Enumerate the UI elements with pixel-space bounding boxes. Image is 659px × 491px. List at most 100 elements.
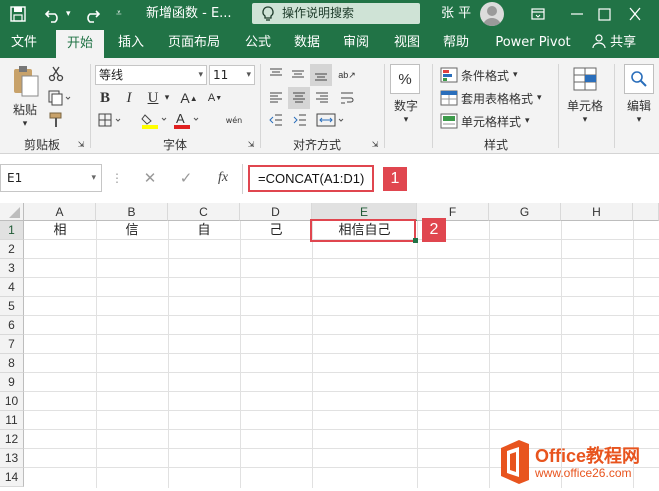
user-avatar[interactable] (480, 2, 504, 26)
copy-icon[interactable] (46, 88, 74, 108)
percent-icon[interactable]: % (390, 64, 420, 94)
alignment-launcher-icon[interactable]: ⇲ (370, 138, 380, 150)
tab-view[interactable]: 视图 (387, 28, 427, 58)
paste-dropdown-icon[interactable]: ▾ (18, 118, 32, 130)
merge-center-icon[interactable] (314, 110, 348, 130)
customize-qat-icon[interactable]: ⩡ (116, 0, 122, 28)
format-painter-icon[interactable] (46, 110, 66, 130)
decrease-font-icon[interactable]: A ▼ (204, 88, 226, 108)
editing-dropdown-icon[interactable]: ▾ (633, 114, 645, 126)
tab-insert[interactable]: 插入 (110, 28, 152, 58)
minimize-icon[interactable] (570, 0, 584, 28)
share-button[interactable]: 共享 (586, 28, 642, 58)
restore-icon[interactable] (598, 0, 612, 28)
row-header[interactable]: 11 (0, 411, 24, 430)
row-header[interactable]: 8 (0, 354, 24, 373)
row-header[interactable]: 13 (0, 449, 24, 468)
font-launcher-icon[interactable]: ⇲ (246, 138, 256, 150)
cell-d1[interactable]: 己 (240, 221, 312, 240)
paste-button-label[interactable]: 粘贴 (8, 100, 42, 118)
borders-icon[interactable] (95, 110, 125, 130)
name-box[interactable]: E1 ▾ (0, 164, 102, 192)
fill-handle[interactable] (413, 238, 418, 243)
confirm-entry-icon[interactable]: ✓ (174, 168, 198, 188)
row-header[interactable]: 6 (0, 316, 24, 335)
column-header[interactable]: B (96, 203, 168, 221)
row-header[interactable]: 2 (0, 240, 24, 259)
tab-power-pivot[interactable]: Power Pivot (487, 28, 579, 58)
row-header[interactable]: 5 (0, 297, 24, 316)
column-header[interactable]: D (240, 203, 312, 221)
increase-font-icon[interactable]: A ▲ (178, 88, 200, 108)
find-search-icon[interactable] (624, 64, 654, 94)
redo-icon[interactable] (82, 0, 102, 28)
column-header[interactable]: C (168, 203, 240, 221)
phonetic-guide-button[interactable]: wén (220, 110, 248, 130)
editing-button-label[interactable]: 编辑 (620, 96, 658, 114)
font-color-icon[interactable]: A (172, 110, 202, 130)
decrease-indent-icon[interactable] (266, 110, 286, 130)
tab-page-layout[interactable]: 页面布局 (162, 28, 226, 58)
align-top-icon[interactable] (266, 64, 286, 84)
close-icon[interactable] (628, 0, 642, 28)
align-right-icon[interactable] (312, 88, 332, 108)
cancel-entry-icon[interactable]: ✕ (138, 168, 162, 188)
cells-dropdown-icon[interactable]: ▾ (579, 114, 591, 126)
row-header-selected[interactable]: 1 (0, 221, 24, 240)
cell-b1[interactable]: 信 (96, 221, 168, 240)
conditional-formatting-button[interactable]: 条件格式 ▾ (440, 64, 556, 86)
italic-button[interactable]: I (119, 88, 139, 108)
cut-icon[interactable] (46, 64, 66, 84)
increase-indent-icon[interactable] (290, 110, 310, 130)
bold-button[interactable]: B (95, 88, 115, 108)
tab-data[interactable]: 数据 (287, 28, 327, 58)
row-header[interactable]: 14 (0, 468, 24, 487)
align-bottom-icon[interactable] (310, 64, 332, 86)
cell-a1[interactable]: 相 (24, 221, 96, 240)
formula-input[interactable]: =CONCAT(A1:D1) (248, 165, 374, 192)
align-center-icon[interactable] (288, 87, 310, 109)
number-dropdown-icon[interactable]: ▾ (400, 114, 412, 126)
row-header[interactable]: 10 (0, 392, 24, 411)
column-header[interactable]: G (489, 203, 561, 221)
insert-function-icon[interactable]: fx (210, 168, 236, 188)
select-all-corner[interactable] (0, 203, 24, 221)
cells-icon[interactable] (570, 64, 600, 94)
format-as-table-button[interactable]: 套用表格格式 ▾ (440, 87, 556, 109)
clipboard-launcher-icon[interactable]: ⇲ (76, 138, 86, 150)
undo-dropdown-icon[interactable]: ▾ (66, 0, 71, 28)
underline-dropdown-icon[interactable]: ▾ (162, 88, 172, 108)
row-header[interactable]: 4 (0, 278, 24, 297)
row-header[interactable]: 9 (0, 373, 24, 392)
phonetic-wen: wén (225, 115, 243, 125)
ribbon-display-icon[interactable] (531, 0, 545, 28)
wrap-text-icon[interactable] (336, 88, 358, 108)
undo-icon[interactable] (44, 0, 66, 28)
save-icon[interactable] (10, 0, 26, 28)
tell-me-search[interactable]: 操作说明搜索 (252, 3, 420, 24)
tab-review[interactable]: 审阅 (336, 28, 376, 58)
tab-help[interactable]: 帮助 (436, 28, 476, 58)
row-header[interactable]: 7 (0, 335, 24, 354)
paste-icon[interactable] (8, 64, 42, 100)
align-left-icon[interactable] (266, 88, 286, 108)
underline-button[interactable]: U (143, 88, 163, 108)
cells-button-label[interactable]: 单元格 (562, 96, 608, 114)
column-header[interactable]: H (561, 203, 633, 221)
cell-c1[interactable]: 自 (168, 221, 240, 240)
tab-home[interactable]: 开始 (56, 30, 104, 58)
tab-formulas[interactable]: 公式 (238, 28, 278, 58)
font-size-select[interactable]: 11 ▾ (209, 65, 255, 85)
group-divider (558, 64, 559, 148)
fill-color-icon[interactable] (140, 110, 170, 130)
row-header[interactable]: 3 (0, 259, 24, 278)
number-format-button[interactable]: 数字 (386, 96, 426, 114)
align-middle-icon[interactable] (288, 64, 308, 84)
orientation-icon[interactable]: ab↗ (336, 64, 358, 86)
column-header[interactable]: A (24, 203, 96, 221)
row-header[interactable]: 12 (0, 430, 24, 449)
column-header[interactable] (633, 203, 659, 221)
font-name-select[interactable]: 等线 ▾ (95, 65, 207, 85)
tab-file[interactable]: 文件 (4, 28, 44, 58)
cell-styles-button[interactable]: 单元格样式 ▾ (440, 110, 556, 132)
